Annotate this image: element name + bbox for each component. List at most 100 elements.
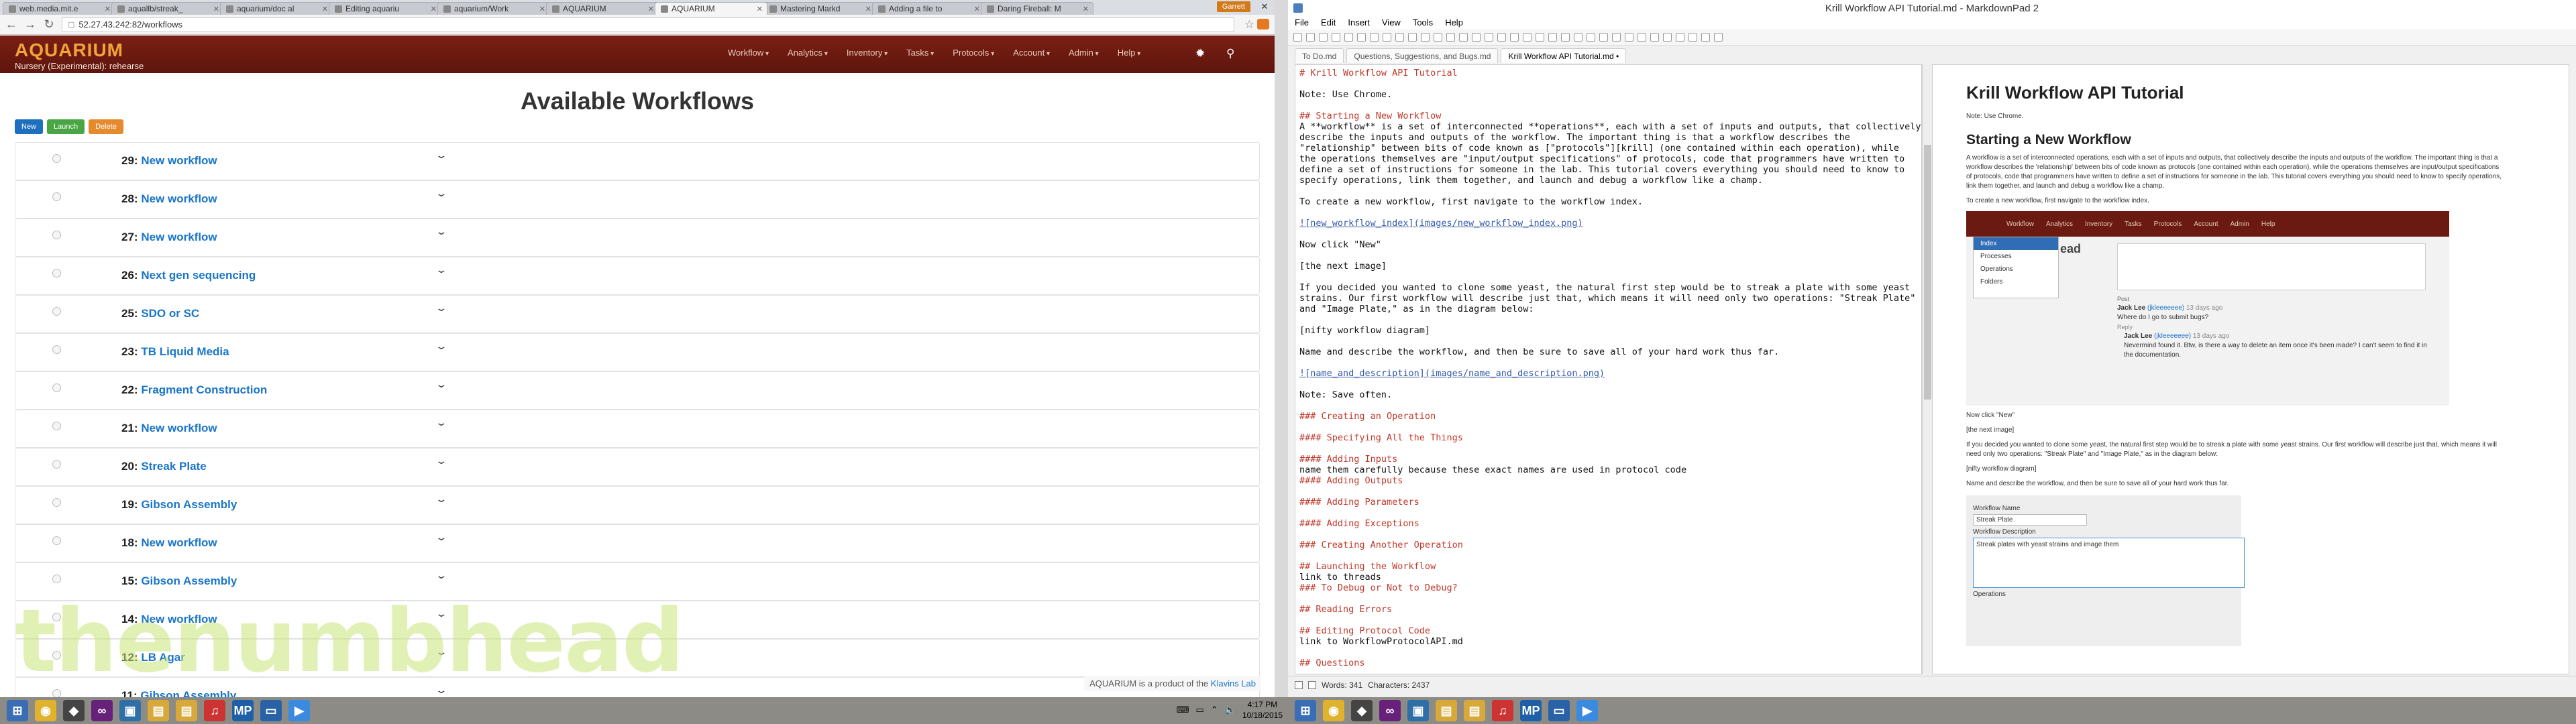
toolbar-button-icon[interactable] (1676, 33, 1684, 42)
toolbar-button-icon[interactable] (1497, 33, 1506, 42)
workflow-link[interactable]: New workflow (141, 154, 217, 167)
tab-krill-tutorial[interactable]: Krill Workflow API Tutorial.md • (1501, 48, 1627, 63)
chevron-down-icon[interactable]: ⌄ (435, 264, 447, 276)
workflow-link[interactable]: New workflow (141, 231, 217, 243)
new-button[interactable]: New (15, 119, 44, 134)
workflow-select-radio[interactable] (52, 231, 61, 239)
volume-icon[interactable]: 🔈 (1225, 705, 1236, 715)
menu-tasks[interactable]: Tasks (906, 48, 934, 58)
toolbar-button-icon[interactable] (1561, 33, 1570, 42)
menu-help[interactable]: Help (1445, 17, 1463, 29)
workflow-select-radio[interactable] (52, 307, 61, 316)
toolbar-button-icon[interactable] (1638, 33, 1646, 42)
menu-protocols[interactable]: Protocols (953, 48, 994, 58)
profile-badge[interactable]: Garrett (1216, 1, 1250, 12)
forward-icon[interactable]: → (24, 17, 36, 32)
workflow-select-radio[interactable] (52, 422, 61, 430)
workflow-row[interactable]: 21: New workflow ⌄ (15, 410, 1260, 448)
browser-tab[interactable]: Mastering Markd ✕ (763, 2, 876, 15)
workflow-select-radio[interactable] (52, 269, 61, 278)
workflow-select-radio[interactable] (52, 383, 61, 392)
close-tab-icon[interactable]: ✕ (431, 5, 437, 13)
browser-tab[interactable]: aquallb/streak_ ✕ (111, 2, 224, 15)
toolbar-button-icon[interactable] (1395, 33, 1404, 42)
terminal-icon[interactable]: ▶ (288, 700, 310, 721)
browser-tab-active[interactable]: AQUARIUM ✕ (655, 2, 767, 15)
status-icon[interactable] (1295, 680, 1303, 689)
search-icon[interactable]: ⚲ (1226, 47, 1234, 60)
chrome-icon[interactable]: ◉ (35, 700, 56, 721)
markdownpad-icon[interactable]: MP (1520, 700, 1542, 721)
scrollbar-thumb[interactable] (1924, 145, 1931, 400)
status-icon[interactable] (1308, 680, 1316, 689)
toolbar-button-icon[interactable] (1306, 33, 1315, 42)
markdown-editor[interactable]: # Krill Workflow API Tutorial Note: Use C… (1295, 64, 1922, 674)
show-hidden-icon[interactable]: ⌃ (1211, 705, 1218, 715)
toolbar-button-icon[interactable] (1357, 33, 1366, 42)
workflow-row[interactable]: 29: New workflow ⌄ (15, 142, 1260, 180)
workflow-link[interactable]: Fragment Construction (141, 383, 267, 396)
chevron-down-icon[interactable]: ⌄ (435, 302, 447, 314)
itunes-icon[interactable]: ♫ (204, 700, 225, 721)
chevron-down-icon[interactable]: ⌄ (435, 417, 447, 428)
close-tab-icon[interactable]: ✕ (322, 5, 328, 13)
browser-tab[interactable]: Daring Fireball: M ✕ (981, 2, 1093, 15)
menu-file[interactable]: File (1295, 17, 1309, 29)
chevron-down-icon[interactable]: ⌄ (435, 570, 447, 581)
unity-icon[interactable]: ◆ (63, 700, 85, 721)
toolbar-button-icon[interactable] (1523, 33, 1532, 42)
window-close-icon[interactable]: ✕ (1254, 0, 1275, 13)
workflow-row[interactable]: 22: Fragment Construction ⌄ (15, 371, 1260, 410)
reload-icon[interactable]: ↻ (43, 17, 55, 32)
workflow-select-radio[interactable] (52, 154, 61, 163)
chevron-down-icon[interactable]: ⌄ (435, 379, 447, 390)
close-tab-icon[interactable]: ✕ (865, 5, 871, 13)
browser-tab[interactable]: web.media.mit.e ✕ (3, 2, 115, 15)
workflow-link[interactable]: SDO or SC (141, 307, 199, 320)
toolbar-button-icon[interactable] (1472, 33, 1481, 42)
toolbar-button-icon[interactable] (1688, 33, 1697, 42)
toolbar-button-icon[interactable] (1446, 33, 1455, 42)
file-explorer-icon[interactable]: ▤ (1436, 700, 1457, 721)
workflow-row[interactable]: 26: Next gen sequencing ⌄ (15, 257, 1260, 295)
remote-desktop-icon[interactable]: ▣ (119, 700, 141, 721)
toolbar-button-icon[interactable] (1510, 33, 1519, 42)
browser-tab[interactable]: AQUARIUM ✕ (546, 2, 659, 15)
menu-view[interactable]: View (1382, 17, 1401, 29)
chevron-down-icon[interactable]: ⌄ (435, 226, 447, 237)
chrome-icon[interactable]: ◉ (1323, 700, 1344, 721)
workflow-link[interactable]: TB Liquid Media (141, 345, 229, 358)
launch-button[interactable]: Launch (47, 119, 85, 134)
browser-tab[interactable]: Editing aquariu ✕ (329, 2, 441, 15)
menu-help[interactable]: Help (1118, 48, 1141, 58)
menu-edit[interactable]: Edit (1321, 17, 1336, 29)
workflow-row[interactable]: 27: New workflow ⌄ (15, 219, 1260, 257)
bookmark-star-icon[interactable]: ☆ (1244, 18, 1254, 32)
toolbar-button-icon[interactable] (1332, 33, 1340, 42)
back-icon[interactable]: ← (5, 17, 17, 32)
file-explorer-icon[interactable]: ▤ (148, 700, 169, 721)
toolbar-button-icon[interactable] (1536, 33, 1544, 42)
toolbar-button-icon[interactable] (1663, 33, 1672, 42)
folder-icon[interactable]: ▤ (1464, 700, 1485, 721)
toolbar-button-icon[interactable] (1485, 33, 1493, 42)
workflow-link[interactable]: New workflow (141, 536, 217, 549)
toolbar-button-icon[interactable] (1370, 33, 1379, 42)
toolbar-button-icon[interactable] (1383, 33, 1391, 42)
workflow-link[interactable]: New workflow (141, 192, 217, 205)
workflow-select-radio[interactable] (52, 460, 61, 469)
start-icon[interactable]: ⊞ (7, 700, 28, 721)
visual-studio-icon[interactable]: ∞ (91, 700, 113, 721)
browser-tab[interactable]: Adding a file to ✕ (872, 2, 985, 15)
close-tab-icon[interactable]: ✕ (105, 5, 111, 13)
menu-account[interactable]: Account (1013, 48, 1050, 58)
workflow-select-radio[interactable] (52, 536, 61, 545)
notifications-icon[interactable]: ▭ (1196, 705, 1204, 715)
workflow-select-radio[interactable] (52, 498, 61, 507)
aquarium-logo[interactable]: AQUARIUM (15, 40, 123, 61)
close-tab-icon[interactable]: ✕ (757, 5, 763, 13)
markdownpad-icon[interactable]: MP (232, 700, 254, 721)
workflow-row[interactable]: 18: New workflow ⌄ (15, 524, 1260, 562)
menu-analytics[interactable]: Analytics (788, 48, 828, 58)
workflow-select-radio[interactable] (52, 575, 61, 583)
